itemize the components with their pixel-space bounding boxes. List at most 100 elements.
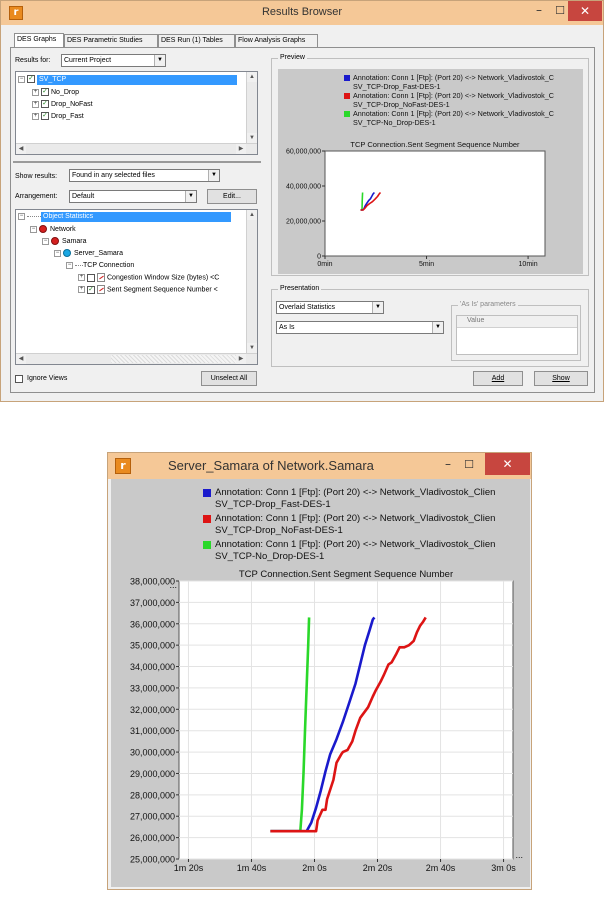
- horizontal-scrollbar[interactable]: ◀ ▶: [16, 353, 257, 364]
- statistic-icon: [97, 285, 105, 294]
- expand-icon[interactable]: +: [78, 274, 85, 281]
- preview-legend: Annotation: Conn 1 [Ftp]: (Port 20) <-> …: [278, 69, 583, 139]
- results-browser-title-bar[interactable]: r Results Browser – ☐ ✕: [1, 1, 603, 25]
- scroll-down-icon[interactable]: ▼: [247, 133, 257, 143]
- y-tick-label: 0: [317, 254, 321, 261]
- y-tick-label: 35,000,000: [130, 641, 175, 651]
- vertical-scrollbar[interactable]: ▲ ▼: [246, 72, 257, 143]
- as-is-dropdown[interactable]: As Is ▼: [276, 321, 444, 334]
- object-tree[interactable]: − Object Statistics − Network − Samara − Ser…: [15, 209, 258, 365]
- chart-title: TCP Connection.Sent Segment Sequence Num…: [350, 140, 520, 149]
- value-column-header: Value: [467, 317, 485, 324]
- legend-entry-text: SV_TCP-Drop_Fast-DES-1: [215, 498, 331, 510]
- scroll-up-icon[interactable]: ▲: [247, 210, 257, 220]
- checkbox-no-drop[interactable]: ✓: [41, 88, 49, 97]
- y-tick-label: 40,000,000: [286, 184, 321, 191]
- legend-entry-text: Annotation: Conn 1 [Ftp]: (Port 20) <-> …: [353, 73, 554, 82]
- collapse-icon[interactable]: −: [18, 212, 25, 220]
- expand-icon[interactable]: +: [32, 112, 39, 120]
- tree-node-server-samara[interactable]: − Server_Samara: [54, 249, 123, 259]
- arrangement-dropdown[interactable]: Default ▼: [69, 190, 197, 203]
- vertical-scrollbar[interactable]: ▲ ▼: [246, 210, 257, 353]
- tree-node-samara[interactable]: − Samara: [42, 237, 87, 247]
- dropdown-arrow-icon: ▼: [185, 191, 196, 202]
- show-results-label: Show results:: [15, 173, 58, 180]
- edit-button[interactable]: Edit...: [207, 189, 257, 204]
- checkbox-drop-nofast[interactable]: ✓: [41, 100, 49, 109]
- maximize-icon[interactable]: ☐: [460, 455, 478, 475]
- y-tick-label: 25,000,000: [130, 855, 175, 865]
- graph-window-title-bar[interactable]: r Server_Samara of Network.Samara – ☐ ✕: [108, 453, 531, 479]
- collapse-icon[interactable]: −: [18, 75, 25, 83]
- scroll-down-icon[interactable]: ▼: [247, 343, 257, 353]
- show-results-dropdown[interactable]: Found in any selected files ▼: [69, 169, 220, 182]
- collapse-icon[interactable]: −: [66, 261, 73, 269]
- ignore-views-label: Ignore Views: [27, 375, 68, 382]
- tree-node-object-statistics[interactable]: − Object Statistics: [18, 212, 231, 222]
- minimize-icon[interactable]: –: [438, 455, 458, 475]
- x-tick-label: 0min: [317, 261, 332, 268]
- x-tick-label: 10min: [519, 261, 538, 268]
- ignore-views-checkbox[interactable]: [15, 375, 23, 383]
- expand-icon[interactable]: +: [78, 286, 85, 293]
- tree-node-congestion-window[interactable]: + Congestion Window Size (bytes) <C: [78, 273, 219, 283]
- collapse-icon[interactable]: −: [30, 225, 37, 233]
- tree-node-sv-tcp[interactable]: − ✓ SV_TCP: [18, 75, 237, 85]
- unselect-all-button[interactable]: Unselect All: [201, 371, 257, 386]
- tree-node-network[interactable]: − Network: [30, 225, 76, 235]
- as-is-parameters-table[interactable]: Value: [456, 315, 578, 355]
- dropdown-arrow-icon: ▼: [372, 302, 383, 313]
- maximize-icon[interactable]: ☐: [551, 1, 569, 21]
- scroll-left-icon[interactable]: ◀: [16, 144, 26, 154]
- x-tick-label: 2m 20s: [363, 863, 393, 873]
- x-tick-label: 3m 0s: [491, 863, 516, 873]
- project-tree[interactable]: − ✓ SV_TCP + ✓ No_Drop + ✓ Drop_NoFast + ✓ Drop_…: [15, 71, 258, 155]
- show-button[interactable]: Show: [534, 371, 588, 386]
- collapse-icon[interactable]: −: [54, 249, 61, 257]
- y-tick-label: 38,000,000: [130, 577, 175, 587]
- close-icon[interactable]: ✕: [485, 453, 530, 475]
- tab-flow-analysis-graphs[interactable]: Flow Analysis Graphs: [235, 34, 318, 48]
- tab-des-graphs[interactable]: DES Graphs: [14, 33, 64, 48]
- checkbox-sent-segment[interactable]: ✓: [87, 285, 95, 294]
- results-for-dropdown[interactable]: Current Project ▼: [61, 54, 166, 67]
- checkbox-sv-tcp[interactable]: ✓: [27, 75, 35, 84]
- tree-node-drop-fast[interactable]: + ✓ Drop_Fast: [32, 112, 84, 122]
- checkbox-congestion-window[interactable]: [87, 273, 95, 282]
- expand-icon[interactable]: +: [32, 88, 39, 96]
- collapse-icon[interactable]: −: [42, 237, 49, 245]
- y-tick-label: 37,000,000: [130, 598, 175, 608]
- checkbox-drop-fast[interactable]: ✓: [41, 112, 49, 121]
- scroll-left-icon[interactable]: ◀: [16, 354, 26, 364]
- tab-des-parametric-studies[interactable]: DES Parametric Studies: [64, 34, 158, 48]
- horizontal-scrollbar[interactable]: ◀ ▶: [16, 143, 257, 154]
- splitter[interactable]: [13, 161, 261, 163]
- scroll-thumb[interactable]: [111, 355, 236, 363]
- tab-des-run-tables[interactable]: DES Run (1) Tables: [158, 34, 235, 48]
- results-browser-title: Results Browser: [261, 6, 343, 18]
- minimize-icon[interactable]: –: [529, 1, 549, 21]
- tree-node-sent-segment[interactable]: + ✓ Sent Segment Sequence Number <: [78, 285, 218, 295]
- legend-swatch-green: [344, 111, 350, 117]
- expand-icon[interactable]: +: [32, 100, 39, 108]
- dropdown-arrow-icon: ▼: [154, 55, 165, 66]
- legend-swatch-green: [203, 541, 211, 549]
- close-icon[interactable]: ✕: [568, 1, 602, 21]
- x-tick-label: 1m 20s: [174, 863, 204, 873]
- tree-node-tcp-connection[interactable]: − TCP Connection: [66, 261, 134, 271]
- scroll-right-icon[interactable]: ▶: [236, 144, 246, 154]
- presentation-dropdown[interactable]: Overlaid Statistics ▼: [276, 301, 384, 314]
- tree-node-drop-nofast[interactable]: + ✓ Drop_NoFast: [32, 100, 93, 110]
- y-tick-label: 27,000,000: [130, 812, 175, 822]
- scroll-up-icon[interactable]: ▲: [247, 72, 257, 82]
- dropdown-arrow-icon: ▼: [432, 322, 443, 333]
- network-icon: [39, 225, 47, 234]
- tree-node-no-drop[interactable]: + ✓ No_Drop: [32, 88, 79, 98]
- results-for-label: Results for:: [15, 57, 51, 64]
- preview-group-title: Preview: [278, 53, 307, 63]
- y-tick-label: 33,000,000: [130, 683, 175, 693]
- add-button[interactable]: Add: [473, 371, 523, 386]
- legend-entry-text: Annotation: Conn 1 [Ftp]: (Port 20) <-> …: [353, 109, 554, 118]
- scroll-right-icon[interactable]: ▶: [236, 354, 246, 364]
- legend-swatch-red: [344, 93, 350, 99]
